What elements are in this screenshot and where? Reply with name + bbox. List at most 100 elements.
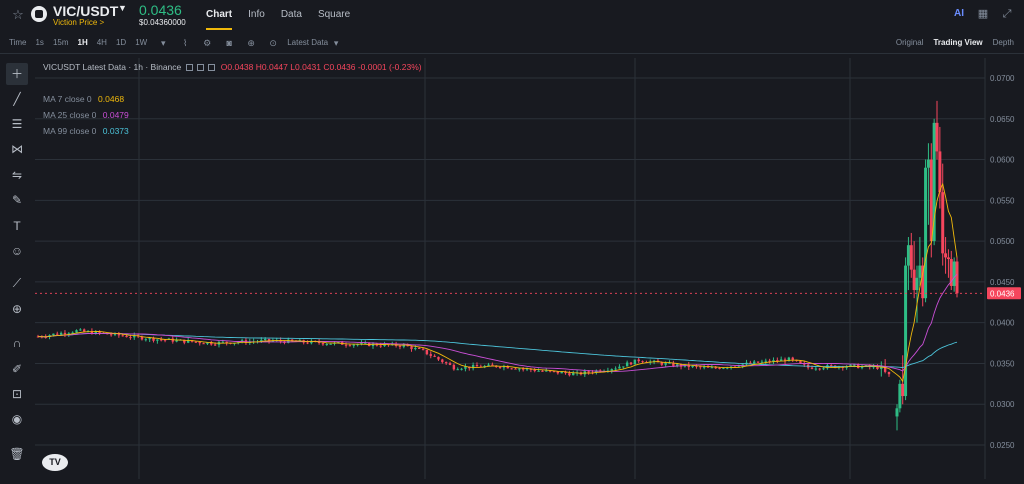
candle-body <box>702 366 706 368</box>
candle-body <box>572 373 575 376</box>
y-tick-label: 0.0250 <box>990 441 1015 450</box>
view-depth[interactable]: Depth <box>993 38 1014 47</box>
candle-body <box>129 337 132 339</box>
zoom-in-icon[interactable]: ⊕ <box>6 298 28 320</box>
top-bar: ☆ VIC/USDT ▼ Viction Price > 0.0436 $0.0… <box>0 0 1024 30</box>
candle-body <box>901 383 905 397</box>
view-trading-view[interactable]: Trading View <box>933 38 982 47</box>
y-tick-label: 0.0650 <box>990 115 1015 124</box>
candle-body <box>924 167 928 299</box>
candle-body <box>213 344 217 346</box>
candle-body <box>587 371 590 373</box>
y-tick-label: 0.0450 <box>990 278 1015 287</box>
ma25-value: 0.0479 <box>102 110 129 120</box>
y-tick-label: 0.0400 <box>990 319 1015 328</box>
y-tick-label: 0.0500 <box>990 237 1015 246</box>
candle-body <box>83 329 86 332</box>
projection-icon[interactable]: ⇋ <box>6 164 28 186</box>
candle-body <box>753 361 756 364</box>
candle-body <box>537 370 540 372</box>
timeframe-1s[interactable]: 1s <box>35 38 43 47</box>
camera-icon[interactable]: ◙ <box>223 37 235 49</box>
candle-body <box>329 343 332 345</box>
candle-body <box>614 368 617 370</box>
candle-body <box>952 261 956 286</box>
candle-body <box>59 332 63 335</box>
candle-body <box>398 345 402 347</box>
symbol-title[interactable]: VIC/USDT <box>53 3 118 19</box>
pattern-icon[interactable]: ⋈ <box>6 138 28 160</box>
ma7-value: 0.0468 <box>98 94 125 104</box>
text-icon[interactable]: T <box>6 215 28 237</box>
timeframe-4h[interactable]: 4H <box>97 38 107 47</box>
tab-chart[interactable]: Chart <box>198 0 240 30</box>
candle-body <box>710 367 714 369</box>
candle-body <box>429 354 432 356</box>
ruler-icon[interactable]: ⟋ <box>6 272 28 294</box>
add-icon[interactable]: ⊕ <box>245 37 257 49</box>
candle-body <box>52 333 55 336</box>
candle-body <box>898 383 902 409</box>
timeframe-15m[interactable]: 15m <box>53 38 69 47</box>
ma99-value: 0.0373 <box>102 126 129 136</box>
eye-icon[interactable]: ◉ <box>6 408 28 430</box>
legend-visibility-icon[interactable] <box>185 64 193 71</box>
candle-body <box>545 370 548 372</box>
favorite-star-icon[interactable]: ☆ <box>10 7 26 23</box>
candle-body <box>518 368 521 370</box>
candle-body <box>718 367 721 369</box>
symbol-dropdown-icon[interactable]: ▼ <box>118 3 127 13</box>
dropdown-icon[interactable]: ▾ <box>157 37 169 49</box>
grid-icon[interactable]: ▦ <box>976 7 990 21</box>
tab-square[interactable]: Square <box>310 0 358 30</box>
candlestick-chart-svg[interactable]: 0.0700 0.0650 0.0600 0.0550 0.0500 0.0450 0.04… <box>35 58 1024 479</box>
timeframe-1d[interactable]: 1D <box>116 38 126 47</box>
magnet-icon[interactable]: ∩ <box>6 332 28 354</box>
indicator-icon[interactable]: ⌇ <box>179 37 191 49</box>
candle-body <box>452 364 456 370</box>
emoji-icon[interactable]: ☺ <box>6 240 28 262</box>
trash-icon[interactable]: 🗑 <box>6 443 28 465</box>
collapse-icon[interactable]: ⤢ <box>1000 7 1014 21</box>
candle-body <box>418 347 421 349</box>
coin-name-link[interactable]: Viction Price > <box>53 18 104 27</box>
legend-settings-icon[interactable] <box>197 64 205 71</box>
candle-body <box>348 345 352 347</box>
tab-info[interactable]: Info <box>240 0 273 30</box>
candle-body <box>425 349 429 355</box>
candle-body <box>475 365 479 367</box>
timeframe-1h[interactable]: 1H <box>78 38 88 47</box>
y-tick-label: 0.0600 <box>990 156 1015 165</box>
brush-icon[interactable]: ✎ <box>6 189 28 211</box>
candle-body <box>906 245 910 266</box>
candle-body <box>756 361 760 363</box>
candle-body <box>932 122 936 242</box>
timeframe-1w[interactable]: 1W <box>135 38 147 47</box>
latest-data-dropdown[interactable]: Latest Data <box>287 38 328 47</box>
trend-line-icon[interactable]: ╱ <box>6 88 28 110</box>
fib-icon[interactable]: ☰ <box>6 113 28 135</box>
candle-body <box>352 344 355 346</box>
ai-icon[interactable]: AI <box>952 7 966 21</box>
lock-drawing-icon[interactable]: ✐ <box>6 358 28 380</box>
unlock-icon[interactable]: ⊡ <box>6 383 28 405</box>
timeframe-time[interactable]: Time <box>9 38 26 47</box>
candle-body <box>144 339 148 341</box>
candle-body <box>521 368 525 370</box>
tradingview-logo[interactable]: TV <box>42 454 68 471</box>
chevron-down-icon[interactable]: ▾ <box>330 37 342 49</box>
candle-body <box>814 368 818 370</box>
legend-close-icon[interactable] <box>208 64 216 71</box>
candle-body <box>109 334 113 336</box>
plus-circle-icon[interactable]: ⊙ <box>267 37 279 49</box>
settings-icon[interactable]: ⚙ <box>201 37 213 49</box>
tab-data[interactable]: Data <box>273 0 310 30</box>
view-original[interactable]: Original <box>896 38 924 47</box>
candle-body <box>448 363 452 365</box>
crosshair-icon[interactable]: ＋ <box>6 63 28 85</box>
y-tick-label: 0.0700 <box>990 74 1015 83</box>
candle-body <box>637 359 640 362</box>
price-chart[interactable]: 0.0700 0.0650 0.0600 0.0550 0.0500 0.0450 0.04… <box>35 58 1024 479</box>
candle-body <box>955 261 959 294</box>
candle-body <box>929 159 933 242</box>
